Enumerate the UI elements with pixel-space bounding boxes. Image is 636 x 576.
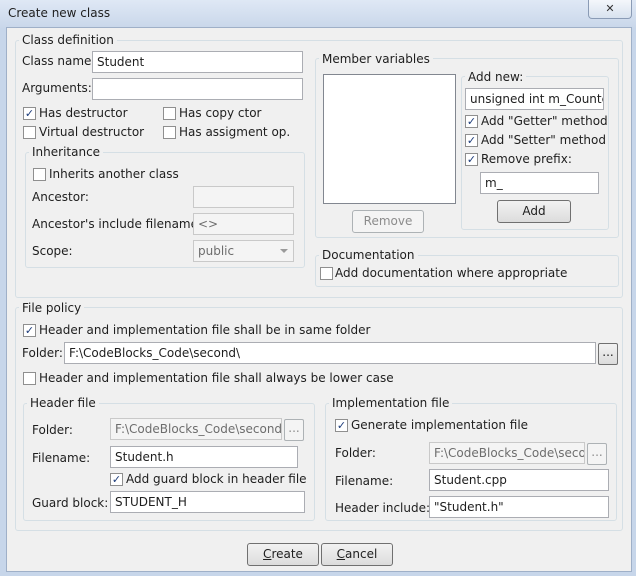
checkmark-icon: ✓ <box>466 134 477 147</box>
checkmark-icon: ✓ <box>466 115 477 128</box>
scope-label: Scope: <box>32 244 73 258</box>
has-destructor-label: Has destructor <box>39 106 128 120</box>
impl-folder-label: Folder: <box>335 446 376 460</box>
add-getter-checkbox[interactable]: ✓ <box>465 115 478 128</box>
checkmark-icon: ✓ <box>466 153 477 166</box>
guard-block-checkbox[interactable]: ✓ <box>110 473 123 486</box>
has-copy-ctor-checkbox[interactable] <box>163 107 176 120</box>
ancestor-input[interactable] <box>193 186 294 208</box>
member-variables-list[interactable] <box>323 74 456 204</box>
header-include-label: Header include: <box>335 501 431 515</box>
same-folder-label: Header and implementation file shall be … <box>39 323 371 337</box>
impl-filename-input[interactable]: Student.cpp <box>429 469 609 491</box>
inheritance-title: Inheritance <box>29 145 104 159</box>
checkmark-icon: ✓ <box>24 324 35 337</box>
add-setter-label: Add "Setter" method <box>481 133 606 147</box>
inherits-checkbox[interactable] <box>33 168 46 181</box>
file-policy-title: File policy <box>19 301 85 315</box>
has-assignment-label: Has assigment op. <box>179 125 291 139</box>
window-title: Create new class <box>8 6 111 20</box>
scope-value: public <box>198 244 235 258</box>
cancel-label: ancel <box>345 547 378 561</box>
guard-block-checkbox-label: Add guard block in header file <box>126 472 307 486</box>
class-name-input[interactable]: Student <box>92 51 303 73</box>
virtual-destructor-checkbox[interactable] <box>23 126 36 139</box>
ancestor-include-input[interactable]: <> <box>193 213 294 235</box>
same-folder-checkbox[interactable]: ✓ <box>23 324 36 337</box>
add-new-input[interactable]: unsigned int m_Counter <box>465 88 604 110</box>
documentation-title: Documentation <box>319 248 418 262</box>
cancel-mnemonic: C <box>336 547 346 561</box>
add-button[interactable]: Add <box>497 200 571 223</box>
close-icon: ✕ <box>605 2 615 15</box>
arguments-label: Arguments: <box>22 81 92 95</box>
guard-block-label: Guard block: <box>32 496 109 510</box>
add-getter-label: Add "Getter" method <box>481 114 608 128</box>
header-include-input[interactable]: "Student.h" <box>429 496 609 518</box>
virtual-destructor-label: Virtual destructor <box>39 125 145 139</box>
add-new-label: Add new: <box>465 70 527 84</box>
scope-select[interactable]: public <box>193 240 294 262</box>
header-filename-input[interactable]: Student.h <box>110 446 298 468</box>
has-destructor-checkbox[interactable]: ✓ <box>23 107 36 120</box>
dialog-body: Class definition Class name: Student Arg… <box>6 27 632 572</box>
implementation-file-title: Implementation file <box>329 396 453 410</box>
prefix-input[interactable]: m_ <box>480 172 599 194</box>
has-assignment-checkbox[interactable] <box>163 126 176 139</box>
folder-browse-button[interactable]: ... <box>598 343 618 365</box>
class-definition-title: Class definition <box>19 33 117 47</box>
member-variables-title: Member variables <box>319 52 433 66</box>
remove-prefix-checkbox[interactable]: ✓ <box>465 153 478 166</box>
has-copy-ctor-label: Has copy ctor <box>179 106 262 120</box>
ancestor-label: Ancestor: <box>32 190 89 204</box>
lower-case-checkbox[interactable] <box>23 372 36 385</box>
folder-label: Folder: <box>22 346 63 360</box>
guard-block-input[interactable]: STUDENT_H <box>110 491 305 513</box>
create-button[interactable]: Create <box>247 543 319 566</box>
remove-prefix-label: Remove prefix: <box>481 152 572 166</box>
class-name-label: Class name: <box>22 54 96 68</box>
impl-folder-browse-button[interactable]: ... <box>587 443 607 465</box>
close-button[interactable]: ✕ <box>588 0 632 19</box>
header-file-title: Header file <box>27 396 99 410</box>
ancestor-include-label: Ancestor's include filename: <box>32 217 203 231</box>
arguments-input[interactable] <box>92 78 303 100</box>
cancel-button[interactable]: Cancel <box>321 543 393 566</box>
add-setter-checkbox[interactable]: ✓ <box>465 134 478 147</box>
add-documentation-label: Add documentation where appropriate <box>335 266 568 280</box>
create-label: reate <box>271 547 303 561</box>
header-folder-input[interactable]: F:\CodeBlocks_Code\second\in <box>110 418 282 440</box>
header-filename-label: Filename: <box>32 451 91 465</box>
generate-implementation-label: Generate implementation file <box>351 418 529 432</box>
lower-case-label: Header and implementation file shall alw… <box>39 371 394 385</box>
folder-input[interactable]: F:\CodeBlocks_Code\second\ <box>64 342 596 364</box>
impl-folder-input[interactable]: F:\CodeBlocks_Code\secon <box>429 442 585 464</box>
title-bar: Create new class ✕ <box>0 0 636 28</box>
inherits-label: Inherits another class <box>49 167 179 181</box>
header-folder-label: Folder: <box>32 423 73 437</box>
remove-button[interactable]: Remove <box>352 210 424 233</box>
checkmark-icon: ✓ <box>336 419 347 432</box>
checkmark-icon: ✓ <box>24 107 35 120</box>
impl-filename-label: Filename: <box>335 474 394 488</box>
header-folder-browse-button[interactable]: ... <box>284 419 304 441</box>
add-documentation-checkbox[interactable] <box>320 267 333 280</box>
generate-implementation-checkbox[interactable]: ✓ <box>335 419 348 432</box>
chevron-down-icon <box>280 249 288 253</box>
checkmark-icon: ✓ <box>111 473 122 486</box>
